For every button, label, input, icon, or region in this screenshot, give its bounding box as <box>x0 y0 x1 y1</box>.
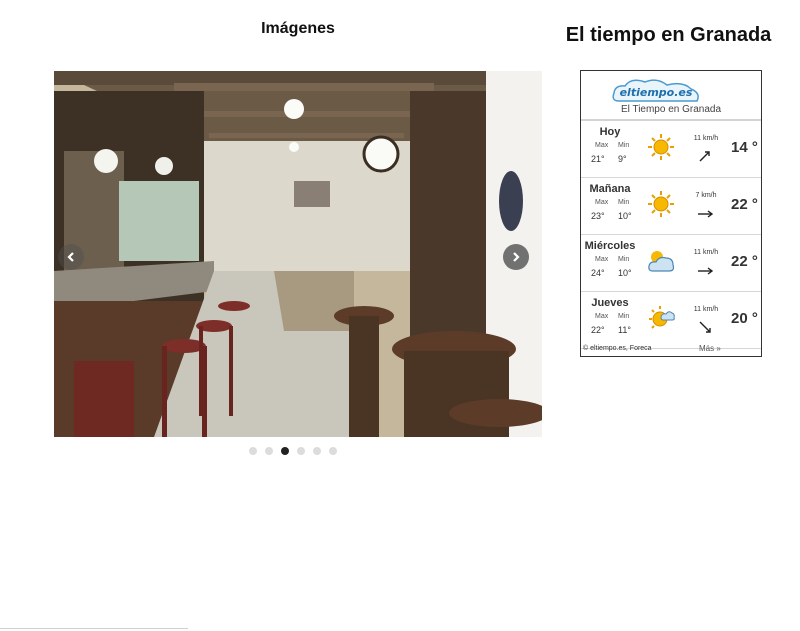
carousel-dot[interactable] <box>329 447 337 455</box>
sun-icon <box>648 134 674 160</box>
wind-speed: 11 km/h <box>693 249 719 256</box>
carousel-dot[interactable] <box>297 447 305 455</box>
carousel-dot[interactable] <box>249 447 257 455</box>
max-temp: 23° <box>591 211 605 221</box>
max-label: Max <box>595 142 609 149</box>
carousel-dot[interactable] <box>265 447 273 455</box>
more-link[interactable]: Más » <box>699 344 721 353</box>
min-temp: 11° <box>618 325 631 335</box>
day-name: Mañana <box>589 183 631 195</box>
wind-speed: 11 km/h <box>693 135 719 142</box>
wind-direction-icon <box>698 210 713 218</box>
carousel-dot[interactable] <box>313 447 321 455</box>
footer-divider <box>0 628 188 629</box>
min-label: Min <box>618 313 630 320</box>
weather-title: El tiempo en Granada <box>565 24 772 46</box>
forecast-day: Mañana Max Min 23° 10° 7 km/h 22 ° <box>581 178 761 235</box>
current-temp: 22 ° <box>731 196 758 213</box>
max-temp: 22° <box>591 325 605 335</box>
wind-direction-icon <box>699 321 711 333</box>
min-label: Min <box>618 256 630 263</box>
wind-speed: 7 km/h <box>695 192 717 199</box>
day-name: Hoy <box>599 126 621 138</box>
current-temp: 20 ° <box>731 310 758 327</box>
forecast-day: Hoy Max Min 21° 9° 11 km/h 14 ° <box>581 121 761 178</box>
max-label: Max <box>595 199 609 206</box>
cloud-sun-icon <box>648 251 675 272</box>
weather-widget-subtitle: El Tiempo en Granada <box>620 104 722 115</box>
min-temp: 10° <box>618 268 632 278</box>
wind-direction-icon <box>698 267 713 275</box>
chevron-right-icon <box>513 252 520 262</box>
min-temp: 10° <box>618 211 632 221</box>
weather-credit: © eltiempo.es, Foreca <box>583 345 652 352</box>
forecast-list: Hoy Max Min 21° 9° 11 km/h 14 ° Mañana Max Min 23°… <box>581 121 761 349</box>
forecast-day: Jueves Max Min 22° 11° 11 km/h 20 ° <box>581 292 761 349</box>
carousel-next-button[interactable] <box>503 244 529 270</box>
eltiempo-logo[interactable]: eltiempo.es <box>611 77 701 103</box>
min-label: Min <box>618 142 630 149</box>
logo-text: eltiempo.es <box>620 86 693 99</box>
weather-widget: eltiempo.es El Tiempo en Granada Hoy Max M… <box>580 70 762 357</box>
current-temp: 14 ° <box>731 139 758 156</box>
max-temp: 21° <box>591 154 605 164</box>
max-label: Max <box>595 256 609 263</box>
sun-cloud-icon <box>649 306 675 329</box>
weather-widget-footer: © eltiempo.es, Foreca Más » <box>581 342 761 356</box>
carousel-prev-button[interactable] <box>58 244 84 270</box>
bar-interior-photo <box>54 71 542 437</box>
min-temp: 9° <box>618 154 627 164</box>
day-name: Miércoles <box>584 240 636 252</box>
gallery-title: Imágenes <box>261 20 335 37</box>
carousel-pagination <box>249 447 337 455</box>
weather-widget-header: eltiempo.es El Tiempo en Granada <box>581 71 761 121</box>
day-name: Jueves <box>591 297 629 309</box>
max-label: Max <box>595 313 609 320</box>
current-temp: 22 ° <box>731 253 758 270</box>
min-label: Min <box>618 199 630 206</box>
carousel-dot[interactable] <box>281 447 289 455</box>
gallery-carousel[interactable] <box>54 71 542 437</box>
wind-direction-icon <box>699 151 710 162</box>
sun-icon <box>648 191 674 217</box>
chevron-left-icon <box>67 252 74 262</box>
forecast-day: Miércoles Max Min 24° 10° 11 km/h 22 ° <box>581 235 761 292</box>
wind-speed: 11 km/h <box>693 306 719 313</box>
max-temp: 24° <box>591 268 605 278</box>
